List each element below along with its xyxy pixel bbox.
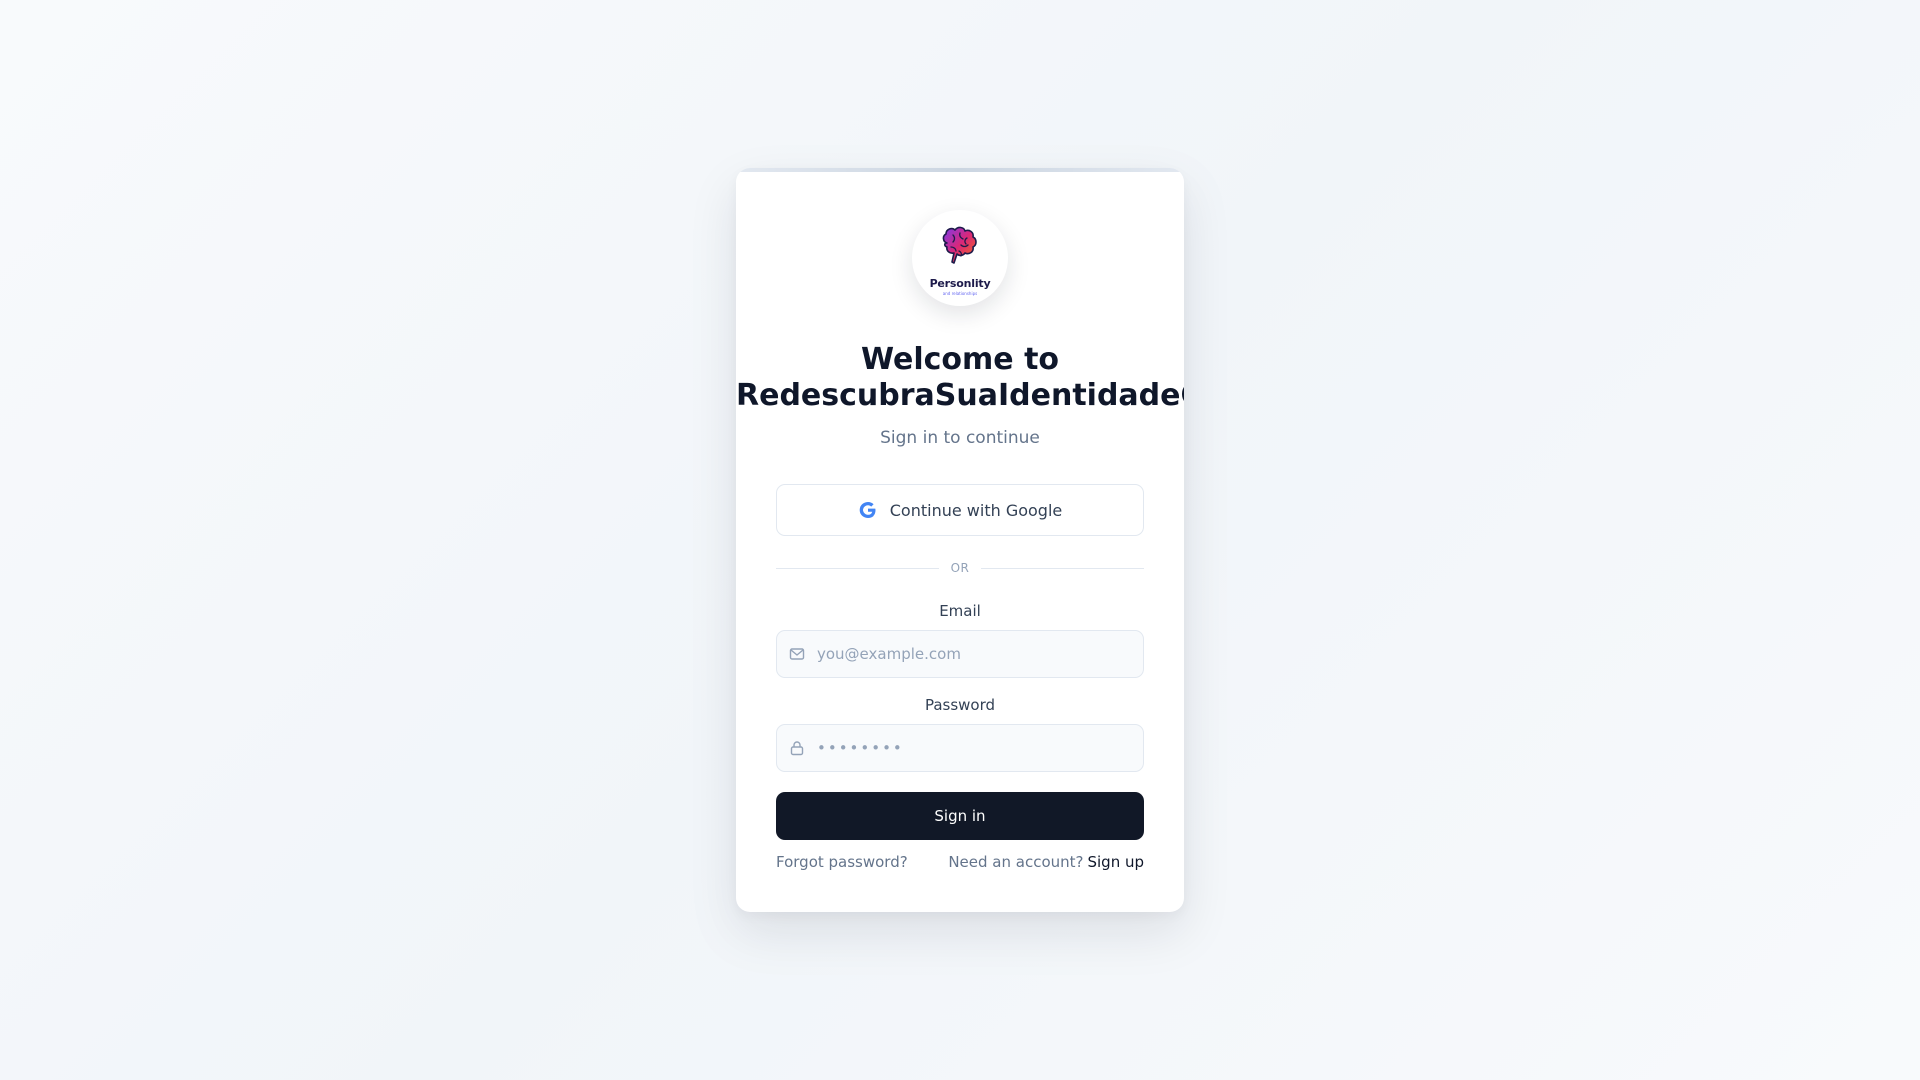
divider-rule-right — [981, 567, 1145, 569]
need-account-text: Need an account? — [948, 853, 1084, 871]
app-logo: Personlity and relationships — [912, 210, 1008, 306]
divider-label: OR — [950, 561, 970, 575]
password-input[interactable] — [817, 725, 1143, 771]
signup-prompt: Need an account? Sign up — [948, 853, 1144, 871]
email-field[interactable] — [776, 630, 1144, 678]
logo-tagline: and relationships — [942, 290, 978, 296]
login-card: Personlity and relationships Welcome to … — [736, 168, 1184, 912]
divider-rule-left — [776, 567, 939, 569]
google-signin-button[interactable]: Continue with Google — [776, 484, 1144, 536]
signin-button[interactable]: Sign in — [776, 792, 1144, 840]
mail-icon — [777, 646, 817, 662]
title-line-2: RedescubraSuaIdentidadeCrista — [736, 378, 1184, 413]
card-top-accent — [736, 168, 1184, 172]
brain-icon — [942, 226, 977, 264]
signup-link[interactable]: Sign up — [1087, 853, 1144, 871]
google-icon — [859, 502, 876, 518]
lock-icon — [777, 740, 817, 756]
email-input[interactable] — [817, 631, 1143, 677]
auth-footer: Forgot password? Need an account? Sign up — [776, 852, 1144, 872]
google-button-label: Continue with Google — [889, 500, 1063, 520]
title-line-1: Welcome to — [860, 342, 1060, 377]
forgot-password-link[interactable]: Forgot password? — [776, 853, 908, 871]
password-label: Password — [924, 696, 996, 714]
logo-name: Personlity — [929, 276, 991, 290]
or-divider: OR — [776, 560, 1145, 576]
page-subtitle: Sign in to continue — [880, 428, 1040, 448]
email-label: Email — [939, 602, 981, 620]
password-field[interactable] — [776, 724, 1144, 772]
page-title: Welcome to RedescubraSuaIdentidadeCrista — [736, 342, 1184, 414]
